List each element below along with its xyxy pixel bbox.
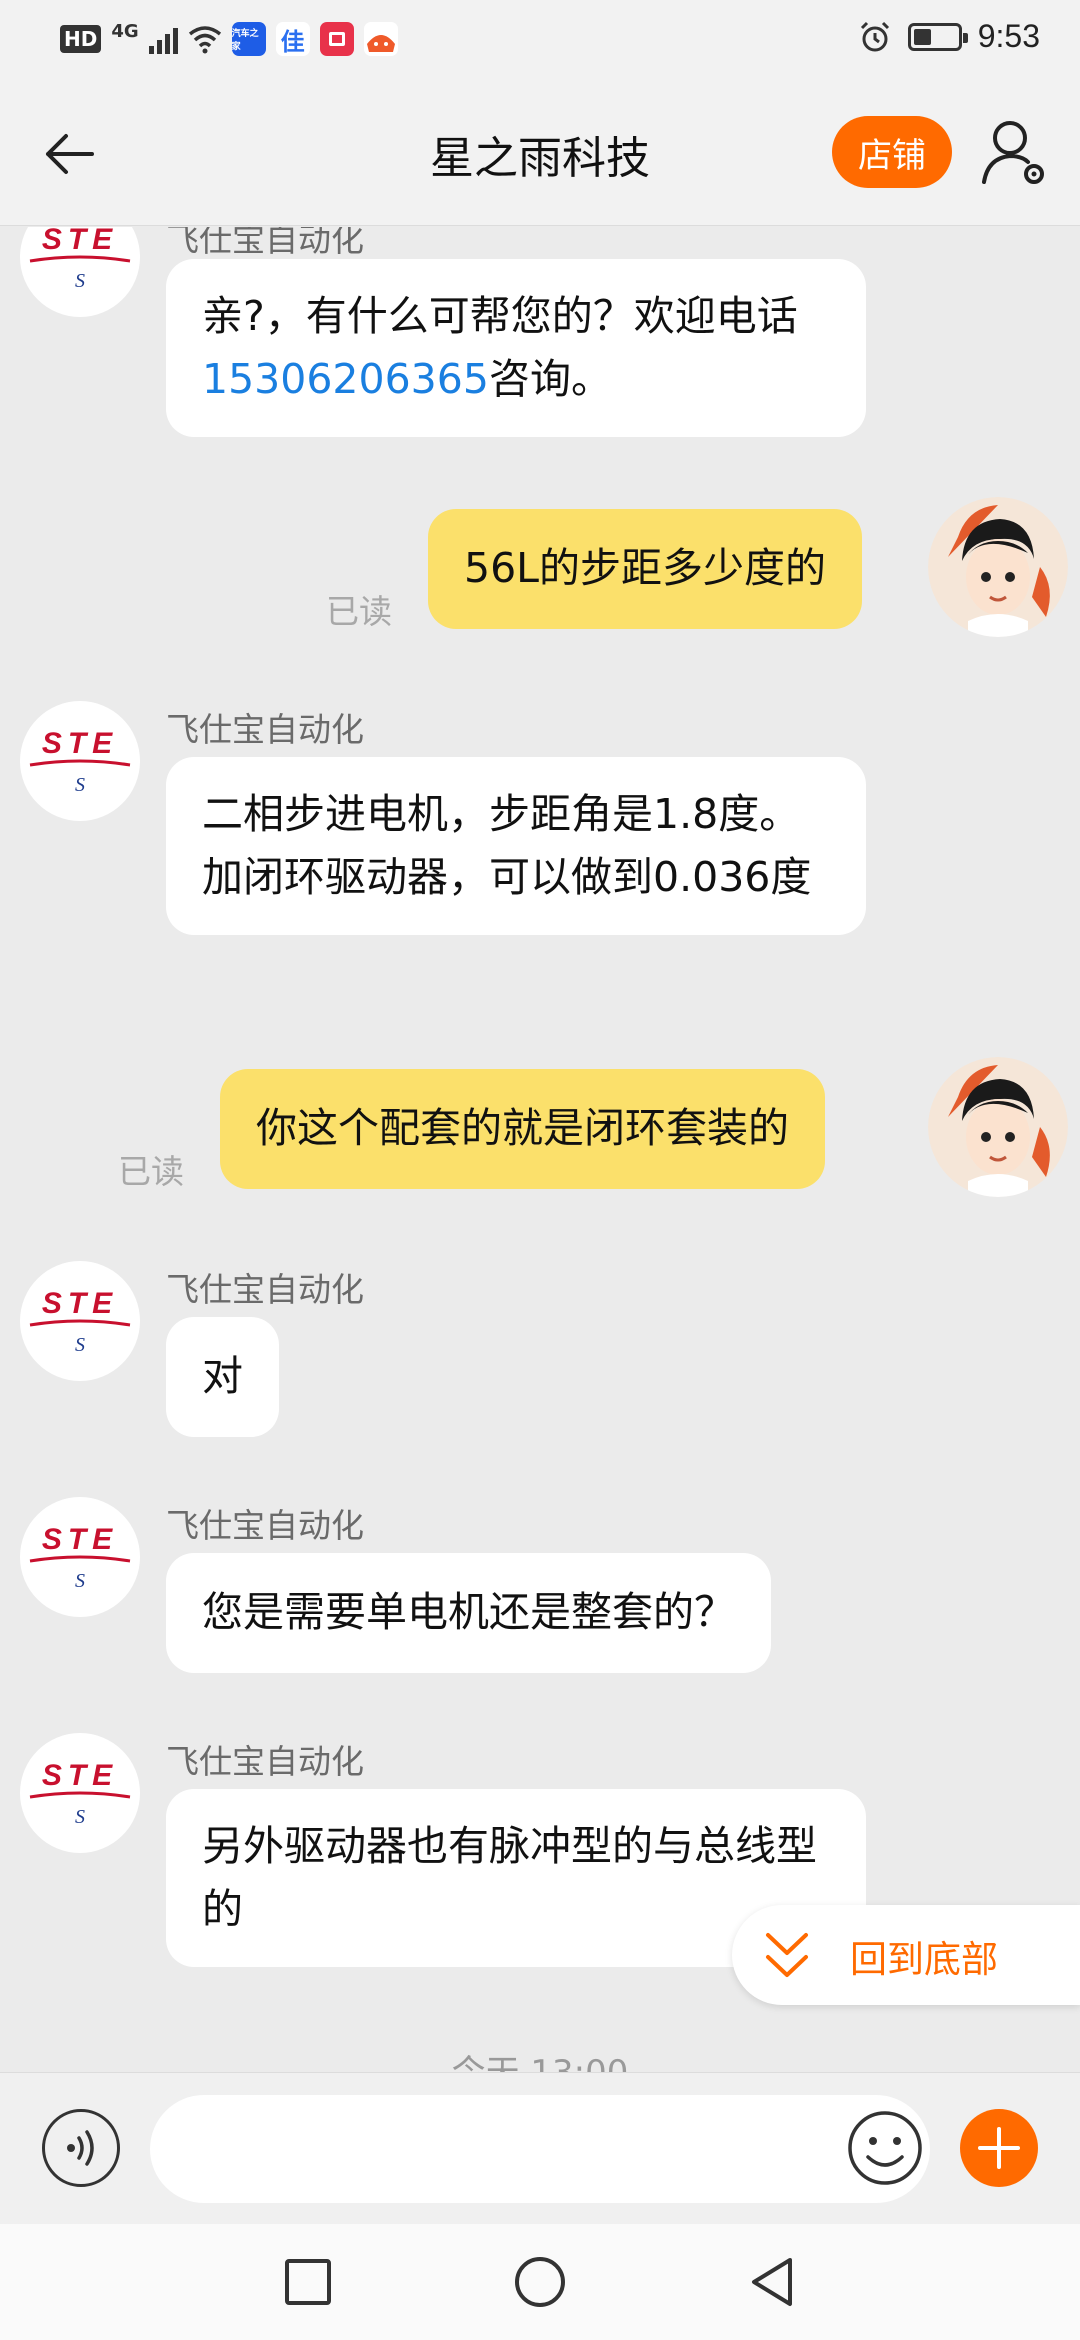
message-bubble[interactable]: 对: [166, 1317, 279, 1437]
message-bubble[interactable]: 您是需要单电机还是整套的？: [166, 1553, 771, 1673]
jump-to-bottom-label: 回到底部: [850, 1938, 998, 1981]
app-icon-blue: 佳: [275, 22, 310, 56]
svg-text:STE: STE: [42, 1523, 118, 1556]
svg-text:STE: STE: [42, 727, 118, 760]
chat-header: 星之雨科技 店铺: [0, 80, 1080, 226]
autohome-app-icon: 汽车之家: [231, 22, 266, 56]
signal-icon: [148, 24, 178, 54]
sender-name: 飞仕宝自动化: [166, 1742, 364, 1781]
status-bar: HD 4G 汽车之家 佳 9:53: [0, 0, 1080, 80]
svg-text:S: S: [75, 1334, 85, 1356]
home-circle-icon[interactable]: [512, 2254, 568, 2310]
message-bubble[interactable]: 二相步进电机，步距角是1.8度。加闭环驱动器，可以做到0.036度: [166, 757, 866, 935]
message-text: 二相步进电机，步距角是1.8度。加闭环驱动器，可以做到0.036度: [202, 790, 812, 901]
message-text: 56L的步距多少度的: [464, 544, 827, 592]
svg-text:S: S: [75, 1806, 85, 1828]
svg-text:S: S: [75, 774, 85, 796]
voice-button[interactable]: [42, 2109, 120, 2187]
date-separator: 今天 13:00: [0, 2045, 1080, 2072]
svg-text:STE: STE: [42, 1287, 118, 1320]
message-input[interactable]: [150, 2095, 930, 2203]
message-bubble[interactable]: 你这个配套的就是闭环套装的: [220, 1069, 825, 1189]
shop-avatar[interactable]: STE S: [20, 1497, 140, 1617]
recents-square-icon[interactable]: [280, 2254, 336, 2310]
wifi-icon: [188, 26, 221, 54]
clock: 9:53: [977, 18, 1040, 54]
message-text: 对: [202, 1352, 243, 1400]
alarm-icon: [860, 21, 889, 51]
message-text: 您是需要单电机还是整套的？: [202, 1588, 735, 1636]
svg-text:S: S: [75, 270, 85, 292]
shop-avatar[interactable]: STE S: [20, 227, 140, 317]
sender-name: 飞仕宝自动化: [166, 1270, 364, 1309]
message-text: 亲?，有什么可帮您的？欢迎电话: [202, 292, 798, 340]
shop-avatar[interactable]: STE S: [20, 701, 140, 821]
sender-name: 飞仕宝自动化: [166, 710, 364, 749]
hd-indicator: HD: [60, 25, 102, 53]
user-settings-icon[interactable]: [980, 116, 1050, 188]
svg-text:STE: STE: [42, 227, 118, 256]
network-type: 4G: [111, 20, 139, 42]
battery-icon: [907, 22, 968, 51]
app-icon-orange: [363, 22, 398, 56]
plus-icon: [978, 2127, 1020, 2169]
sender-name: 飞仕宝自动化: [166, 227, 364, 259]
read-receipt: 已读: [326, 592, 392, 631]
shop-avatar[interactable]: STE S: [20, 1261, 140, 1381]
back-triangle-icon[interactable]: [744, 2254, 800, 2310]
store-button[interactable]: 店铺: [832, 116, 952, 188]
voice-icon: [67, 2130, 94, 2166]
svg-text:S: S: [75, 1570, 85, 1592]
system-navigation-bar: [0, 2224, 1080, 2340]
app-icon-red: [319, 22, 354, 56]
message-text: 另外驱动器也有脉冲型的与总线型的: [202, 1822, 817, 1933]
jump-to-bottom-button[interactable]: 回到底部: [732, 1905, 1080, 2005]
read-receipt: 已读: [118, 1152, 184, 1191]
more-button[interactable]: [960, 2109, 1038, 2187]
shop-avatar[interactable]: STE S: [20, 1733, 140, 1853]
message-text: 你这个配套的就是闭环套装的: [256, 1104, 789, 1152]
sender-name: 飞仕宝自动化: [166, 1506, 364, 1545]
status-bar-left: HD 4G 汽车之家 佳: [60, 20, 398, 56]
user-avatar[interactable]: [928, 497, 1068, 637]
emoji-icon[interactable]: [846, 2109, 924, 2187]
message-bubble[interactable]: 亲?，有什么可帮您的？欢迎电话 15306206365咨询。: [166, 259, 866, 437]
status-bar-right: 9:53: [858, 18, 1040, 55]
message-input-bar: [0, 2072, 1080, 2224]
chat-messages[interactable]: 飞仕宝自动化 STE S 亲?，有什么可帮您的？欢迎电话 15306206365咨…: [0, 227, 1080, 2072]
phone-link[interactable]: 15306206365: [202, 355, 489, 403]
svg-text:STE: STE: [42, 1759, 118, 1792]
user-avatar[interactable]: [928, 1057, 1068, 1197]
message-text: 咨询。: [488, 355, 612, 403]
message-bubble[interactable]: 56L的步距多少度的: [428, 509, 863, 629]
double-chevron-down-icon: [766, 1933, 808, 1977]
